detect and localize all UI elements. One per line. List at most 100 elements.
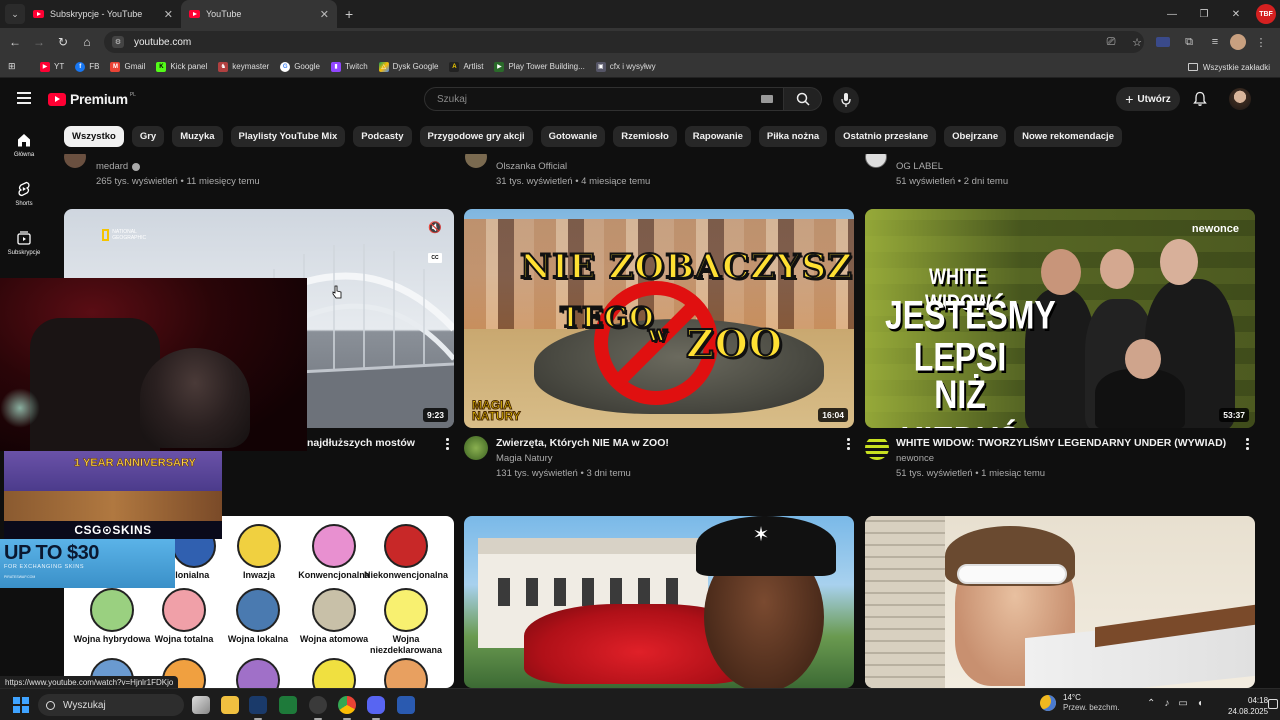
install-app-icon[interactable]: ⎚ [1100, 36, 1122, 49]
extensions-puzzle-icon[interactable]: ⧉ [1178, 36, 1200, 49]
filter-chip[interactable]: Podcasty [353, 126, 412, 147]
reading-list-icon[interactable]: ≡ [1204, 36, 1226, 48]
channel-avatar[interactable] [64, 154, 86, 168]
keyboard-icon[interactable] [761, 95, 773, 103]
file-explorer-icon[interactable] [221, 696, 239, 714]
filter-chip[interactable]: Przygodowe gry akcji [419, 126, 533, 147]
filter-chip[interactable]: Ostatnio przesłane [835, 126, 937, 147]
channel-avatar[interactable] [465, 154, 487, 168]
tab-youtube[interactable]: YouTube ✕ [181, 0, 337, 28]
video-menu-icon[interactable] [1246, 438, 1250, 452]
filter-chip[interactable]: Gotowanie [540, 126, 606, 147]
bookmark-google[interactable]: G Google [280, 61, 320, 72]
search-button[interactable] [784, 87, 822, 111]
discord-icon[interactable] [367, 696, 385, 720]
filter-chip[interactable]: Nowe rekomendacje [1014, 126, 1122, 147]
captions-icon[interactable]: CC [428, 253, 442, 263]
apps-grid-icon[interactable]: ⊞ [8, 61, 20, 72]
tab-subscriptions[interactable]: Subskrypcje - YouTube ✕ [25, 0, 181, 28]
filter-chip[interactable]: Obejrzane [944, 126, 1007, 147]
filter-chip[interactable]: Piłka nożna [758, 126, 828, 147]
bookmark-yt[interactable]: ▶ YT [40, 61, 64, 72]
video-thumbnail[interactable] [865, 516, 1255, 688]
reload-icon[interactable]: ↻ [51, 35, 75, 49]
sidebar-item-home[interactable]: Główna [0, 132, 48, 158]
video-menu-icon[interactable] [446, 438, 450, 452]
home-browser-icon[interactable]: ⌂ [75, 35, 99, 49]
sidebar-item-subscriptions[interactable]: Subskrypcje [0, 230, 48, 256]
all-bookmarks[interactable]: Wszystkie zakładki [1187, 56, 1270, 78]
bookmark-keymaster[interactable]: ♞ keymaster [218, 61, 269, 72]
video-thumbnail[interactable]: newonce WHITE WIDOW JESTEŚMY LEPSI NIŻ K… [865, 209, 1255, 428]
user-avatar[interactable] [1229, 88, 1251, 110]
channel-name[interactable]: OG LABEL [896, 161, 1008, 172]
obs-icon[interactable] [309, 696, 327, 720]
filter-chip[interactable]: Wszystko [64, 126, 124, 147]
new-tab-icon[interactable]: + [345, 6, 353, 22]
restore-icon[interactable]: ❐ [1188, 9, 1220, 20]
video-title[interactable]: WHITE WIDOW: TWORZYLIŚMY LEGENDARNY UNDE… [896, 437, 1226, 449]
steam-icon[interactable] [249, 696, 267, 720]
forward-icon[interactable]: → [27, 35, 51, 49]
chrome-icon[interactable] [338, 696, 356, 720]
video-title[interactable]: Zwierzęta, Których NIE MA w ZOO! [496, 437, 669, 449]
bookmark-drive[interactable]: △ Dysk Google [378, 61, 438, 72]
taskbar-search[interactable]: Wyszukaj [38, 694, 184, 716]
channel-name[interactable]: Magia Natury [496, 453, 553, 464]
clock[interactable]: 04:18 24.08.2025 [1228, 695, 1268, 717]
youtube-premium-logo[interactable]: Premium PL [48, 91, 136, 107]
microphone-icon[interactable]: ♪ [1164, 698, 1169, 709]
profile-badge[interactable]: TBF [1256, 4, 1276, 24]
speaker-icon[interactable]: ◖ [1197, 698, 1203, 709]
bookmark-play-tower[interactable]: ▶ Play Tower Building... [494, 61, 585, 72]
video-thumbnail[interactable]: NIE ZOBACZYSZ TEGO w ZOO MAGIA NATURY 16… [464, 209, 854, 428]
channel-avatar[interactable] [865, 436, 889, 460]
bookmark-fb[interactable]: f FB [75, 61, 99, 72]
weather-widget[interactable]: 14°C Przew. bezchm. [1040, 693, 1119, 713]
video-title[interactable]: najdłuższych mostów [307, 437, 415, 449]
chevron-up-icon[interactable]: ⌃ [1147, 698, 1155, 709]
site-info-icon[interactable]: ⚙ [112, 36, 124, 48]
browser-avatar[interactable] [1230, 34, 1246, 50]
windows-start-icon[interactable] [13, 697, 29, 713]
muted-speaker-icon[interactable]: 🔇 [428, 221, 442, 234]
bookmark-kick[interactable]: K Kick panel [156, 61, 207, 72]
filter-chip[interactable]: Playlisty YouTube Mix [230, 126, 346, 147]
calculator-icon[interactable] [397, 696, 415, 714]
bookmark-gmail[interactable]: M Gmail [110, 61, 145, 72]
tab-search-chevron-icon[interactable]: ⌄ [5, 4, 25, 24]
close-window-icon[interactable]: ✕ [1220, 9, 1252, 20]
filter-chip[interactable]: Rapowanie [684, 126, 751, 147]
notifications-bell-icon[interactable] [1192, 91, 1208, 107]
notification-icon[interactable] [1268, 699, 1278, 709]
minimize-icon[interactable]: — [1156, 9, 1188, 20]
video-thumbnail[interactable]: ✶ [464, 516, 854, 688]
channel-avatar[interactable] [464, 436, 488, 460]
create-button[interactable]: + Utwórz [1116, 87, 1180, 111]
channel-avatar[interactable] [865, 154, 887, 168]
task-view-icon[interactable] [192, 696, 210, 714]
sidebar-item-shorts[interactable]: Shorts [0, 181, 48, 207]
bookmark-cfx[interactable]: ▣ cfx i wysyłwy [595, 61, 656, 72]
bookmark-artlist[interactable]: A Artlist [449, 61, 483, 72]
channel-name[interactable]: Olszanka Official [496, 161, 650, 172]
url-field[interactable]: ⚙ youtube.com [104, 31, 1144, 53]
filter-chip[interactable]: Rzemiosło [613, 126, 677, 147]
excel-icon[interactable] [279, 696, 297, 714]
back-icon[interactable]: ← [3, 35, 27, 49]
video-menu-icon[interactable] [847, 438, 851, 452]
tab-close-icon[interactable]: ✕ [164, 8, 173, 21]
search-input[interactable]: Szukaj [424, 87, 784, 111]
tab-close-icon[interactable]: ✕ [320, 8, 329, 21]
extension-icon[interactable] [1156, 37, 1170, 47]
voice-search-button[interactable] [833, 87, 859, 113]
channel-name[interactable]: medard [96, 161, 128, 172]
bookmark-twitch[interactable]: ▮ Twitch [330, 61, 368, 72]
hamburger-menu-icon[interactable] [17, 92, 31, 107]
browser-menu-icon[interactable]: ⋮ [1250, 36, 1272, 49]
bookmark-star-icon[interactable]: ☆ [1126, 36, 1148, 49]
video-title-partial[interactable]: ​ [96, 154, 436, 159]
display-icon[interactable]: ▭ [1178, 698, 1187, 709]
channel-name[interactable]: newonce [896, 453, 934, 464]
filter-chip[interactable]: Muzyka [172, 126, 223, 147]
